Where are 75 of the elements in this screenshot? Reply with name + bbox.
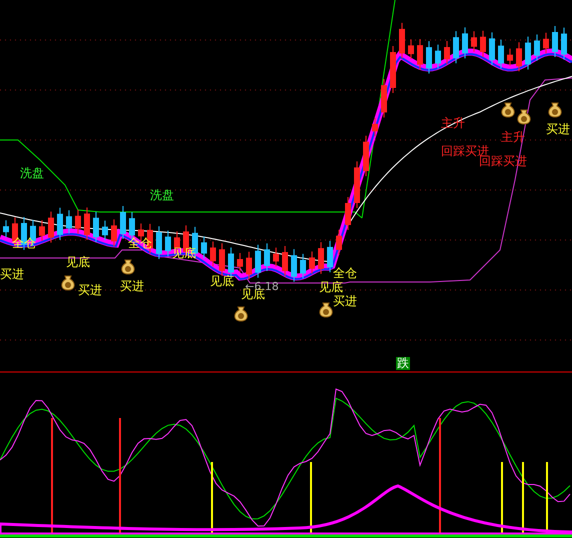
money-bag-icon <box>121 260 135 274</box>
candlestick <box>525 36 531 70</box>
candlestick <box>507 48 513 66</box>
signal-label: 全仓 <box>128 236 152 250</box>
candlestick <box>309 250 315 274</box>
money-bag-icon <box>61 276 75 290</box>
candlestick <box>120 206 126 240</box>
candlestick <box>273 247 279 267</box>
signal-label: 买进 <box>78 283 102 297</box>
candlestick <box>444 40 450 65</box>
signal-label: 买进 <box>120 279 144 293</box>
candlestick <box>165 230 171 257</box>
candlestick <box>291 248 297 282</box>
candlestick <box>381 78 387 118</box>
money-bag-icon <box>548 102 562 118</box>
candlestick <box>237 252 243 272</box>
candlestick <box>534 34 540 62</box>
candlestick <box>489 32 495 66</box>
candlestick <box>561 27 567 60</box>
signal-label: 回踩买进 <box>441 144 489 158</box>
candlestick <box>318 242 324 274</box>
candlestick <box>363 135 369 177</box>
candlestick <box>3 220 9 238</box>
candlestick <box>282 246 288 277</box>
candlestick <box>498 39 504 69</box>
money-bag-icon <box>319 302 333 318</box>
candlestick <box>453 30 459 64</box>
money-bag-icon <box>234 306 248 322</box>
candlestick <box>255 244 261 278</box>
candlestick <box>354 160 360 208</box>
candlestick <box>345 196 351 231</box>
candlestick <box>201 236 207 260</box>
candlestick <box>57 207 63 240</box>
candlestick <box>111 218 117 247</box>
candlestick <box>75 209 81 234</box>
signal-label: 全仓 <box>12 236 36 250</box>
candlestick <box>102 220 108 241</box>
signal-label: 洗盘 <box>20 166 44 180</box>
candlestick <box>327 240 333 273</box>
candlestick <box>300 253 306 280</box>
signal-label: 全仓 <box>333 266 357 280</box>
candlestick <box>390 46 396 94</box>
candlestick <box>219 242 225 276</box>
candlestick <box>372 117 378 137</box>
candlestick <box>543 32 549 54</box>
candlestick <box>48 211 54 244</box>
candlestick <box>480 30 486 58</box>
candlestick <box>39 220 45 242</box>
signal-label: 见底 <box>66 255 90 269</box>
signal-label: 见底 <box>210 274 234 288</box>
candlestick <box>408 38 414 60</box>
money-bag-icon <box>501 102 515 118</box>
candlestick <box>264 242 270 272</box>
candlestick <box>552 25 558 58</box>
candlestick <box>336 229 342 256</box>
candlestick <box>417 38 423 70</box>
candlestick <box>462 26 468 59</box>
candlestick <box>426 40 432 74</box>
signal-label: 见底 <box>319 280 343 294</box>
candlestick <box>516 42 522 72</box>
money-bag-icon <box>517 110 531 124</box>
signal-label: 洗盘 <box>150 188 174 202</box>
candlestick <box>246 251 252 280</box>
signal-label: 买进 <box>0 267 24 281</box>
candlestick <box>210 241 216 267</box>
signal-label: 买进 <box>333 294 357 308</box>
signal-label: 买进 <box>546 122 570 136</box>
candlestick <box>435 44 441 70</box>
candlestick <box>84 207 90 240</box>
candlestick <box>66 210 72 234</box>
fall-marker: 跌 <box>396 357 410 370</box>
candlestick <box>156 226 162 260</box>
candlestick <box>399 22 405 59</box>
candlestick <box>471 30 477 52</box>
candlestick <box>93 211 99 243</box>
